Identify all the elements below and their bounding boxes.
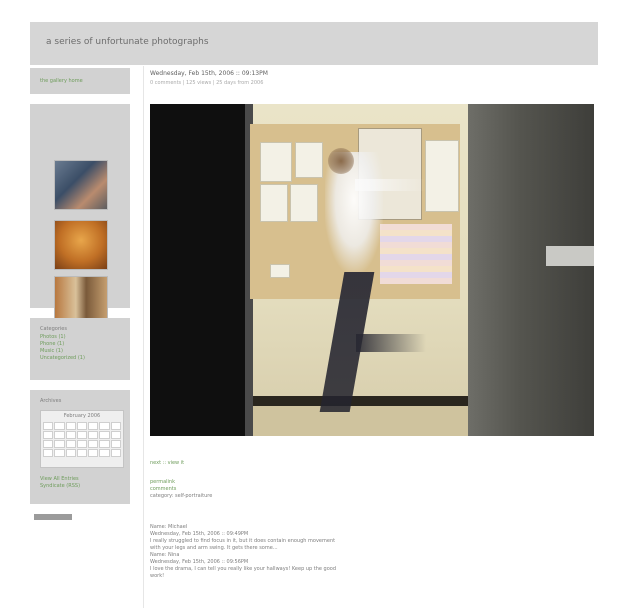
calendar-day[interactable] [54,431,65,439]
comment-line: Name: Nina [150,552,180,558]
post-navigation: next :: view it permalink comments categ… [150,460,212,500]
archive-link-1[interactable]: View All Entries [40,476,79,483]
photo-person-leg [356,334,426,352]
photo-note [270,264,290,278]
calendar-day[interactable] [76,422,88,430]
calendar-day[interactable] [88,440,99,448]
sidebar-home-box: the gallery home [30,68,130,94]
photo-door-handle [546,246,594,266]
calendar-day[interactable] [54,440,65,448]
calendar-day[interactable] [54,422,65,430]
photo-paper [260,184,288,222]
comment-line: with your legs and arm swing. It gets th… [150,545,278,551]
calendar-day[interactable] [88,422,99,430]
page: a series of unfortunate photographs the … [0,0,617,608]
main-photo[interactable] [150,104,594,436]
photo-paper [260,142,292,182]
comment-line: Name: Michael [150,524,188,530]
calendar-day[interactable] [65,431,76,439]
calendar-day[interactable] [76,449,88,457]
site-header: a series of unfortunate photographs [30,22,598,65]
photo-person-head [328,148,354,174]
calendar-day[interactable] [76,440,88,448]
thumbnail-lamp[interactable] [54,220,108,270]
photo-paper [290,184,318,222]
gallery-home-link[interactable]: the gallery home [40,78,83,85]
site-title[interactable]: a series of unfortunate photographs [46,37,209,47]
photo-floor [253,406,468,436]
calendar-day[interactable] [88,431,99,439]
comment-line: I really struggled to find focus in it, … [150,538,336,544]
post-subtitle: 0 comments | 125 views | 25 days from 20… [150,80,264,86]
calendar-day[interactable] [88,449,99,457]
calendar-day[interactable] [99,431,110,439]
photo-dark-doorway [150,104,245,436]
comment-line: work! [150,573,165,579]
photo-door [468,104,594,436]
comment-line: Wednesday, Feb 15th, 2006 :: 09:56PM [150,559,249,565]
calendar-day[interactable] [99,440,110,448]
calendar-day[interactable] [43,449,54,457]
photo-schedule-chart [380,224,452,284]
comments-link[interactable]: comments [150,486,212,493]
photo-paper [295,142,323,178]
archives-box: Archives February 2006 View All Entries … [30,390,130,504]
post-title: Wednesday, Feb 15th, 2006 :: 09:13PM [150,70,268,77]
calendar-grid [41,420,123,459]
category-line: category: self-portraiture [150,493,213,499]
calendar-day[interactable] [99,449,110,457]
column-divider [143,66,144,608]
category-link-4[interactable]: Uncategorized (1) [40,355,85,362]
category-link-1[interactable]: Photos (1) [40,334,66,341]
calendar: February 2006 [40,410,124,468]
photo-person-arm [355,179,425,191]
category-link-3[interactable]: Music (1) [40,348,63,355]
comments: Name: Michael Wednesday, Feb 15th, 2006 … [150,524,450,580]
calendar-day[interactable] [65,440,76,448]
calendar-day[interactable] [65,449,76,457]
photo-paper [425,140,459,212]
calendar-day[interactable] [65,422,76,430]
calendar-day[interactable] [110,449,121,457]
calendar-month: February 2006 [63,413,101,419]
calendar-day[interactable] [43,431,54,439]
calendar-day[interactable] [110,422,121,430]
sidebar-button[interactable] [34,514,72,520]
calendar-day[interactable] [76,431,88,439]
comment-line: Wednesday, Feb 15th, 2006 :: 09:49PM [150,531,249,537]
comment-line: I love the drama, I can tell you really … [150,566,337,572]
calendar-day[interactable] [43,422,54,430]
next-link[interactable]: next :: view it [150,460,212,467]
thumbnail-people[interactable] [54,160,108,210]
category-link-2[interactable]: Phone (1) [40,341,64,348]
categories-box: Categories Photos (1) Phone (1) Music (1… [30,318,130,380]
categories-title: Categories [40,326,67,332]
archives-title: Archives [40,398,62,404]
archive-link-2[interactable]: Syndicate (RSS) [40,483,80,490]
thumbnails-box [30,104,130,326]
calendar-day[interactable] [110,440,121,448]
calendar-day[interactable] [99,422,110,430]
calendar-day[interactable] [110,431,121,439]
calendar-day[interactable] [43,440,54,448]
photo-baseboard [253,396,468,406]
permalink-link[interactable]: permalink [150,479,212,486]
calendar-day[interactable] [54,449,65,457]
